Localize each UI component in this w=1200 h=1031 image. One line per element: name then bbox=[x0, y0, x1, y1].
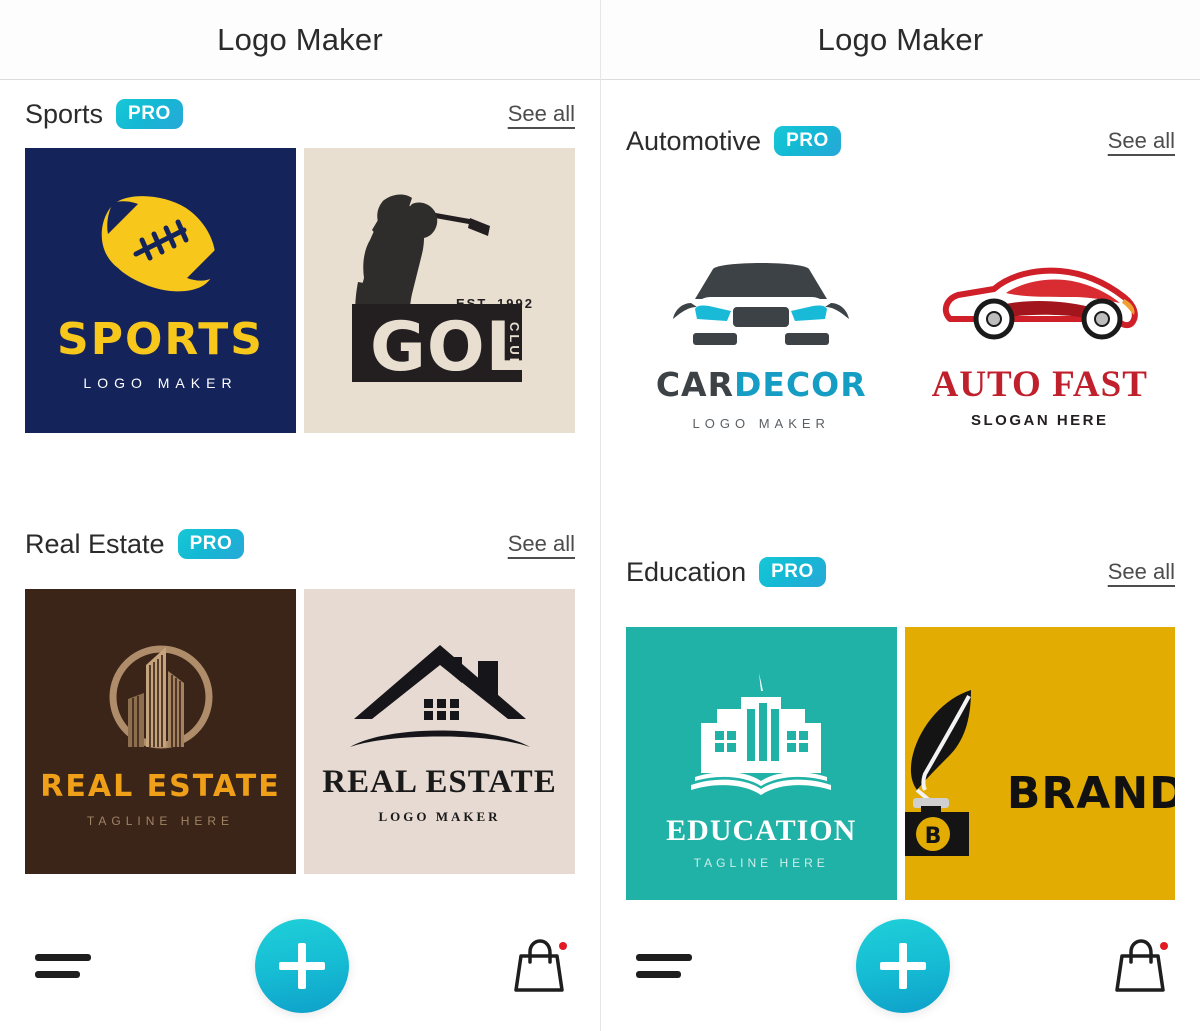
car-decor-title-a: CAR bbox=[655, 364, 735, 404]
shop-bag-icon[interactable] bbox=[513, 938, 567, 994]
brand-title: BRAND bbox=[1006, 768, 1175, 819]
app-bar-left: Logo Maker bbox=[0, 0, 600, 80]
app-bar-right: Logo Maker bbox=[601, 0, 1200, 80]
sports-logo-title: SPORTS bbox=[57, 314, 264, 365]
svg-text:GOLF: GOLF bbox=[370, 308, 562, 387]
left-panel: Logo Maker Sports PRO See all SPORTS LOG… bbox=[0, 0, 600, 1031]
card-row-automotive: CARDECOR LOGO MAKER AUTO FAST SLOGAN HER… bbox=[601, 202, 1200, 487]
shop-bag-glyph bbox=[514, 938, 564, 992]
car-front-icon bbox=[673, 262, 850, 345]
real-estate-dark-subtitle: TAGLINE HERE bbox=[86, 814, 235, 828]
section-title-real-estate: Real Estate bbox=[25, 528, 165, 559]
menu-icon[interactable] bbox=[636, 949, 692, 983]
pro-badge-real-estate[interactable]: PRO bbox=[177, 529, 245, 559]
app-screen: Logo Maker Sports PRO See all SPORTS LOG… bbox=[0, 0, 1200, 1031]
logo-card-real-estate-light[interactable]: REAL ESTATE LOGO MAKER bbox=[304, 589, 575, 874]
plus-icon bbox=[279, 942, 325, 989]
pro-badge-sports[interactable]: PRO bbox=[116, 99, 183, 129]
real-estate-dark-logo-art: REAL ESTATE TAGLINE HERE bbox=[25, 589, 296, 874]
car-decor-title-b: DECOR bbox=[734, 364, 867, 404]
education-logo-art: EDUCATION TAGLINE HERE bbox=[626, 627, 897, 912]
page-title-right: Logo Maker bbox=[817, 21, 984, 57]
svg-text:CLUB: CLUB bbox=[507, 322, 522, 370]
brand-row: B BRAND bbox=[904, 682, 1175, 857]
real-estate-light-subtitle: LOGO MAKER bbox=[378, 808, 501, 824]
section-header-left: Sports PRO bbox=[25, 99, 183, 130]
brand-logo-art: B BRAND bbox=[904, 627, 1175, 912]
car-decor-subtitle: LOGO MAKER bbox=[692, 415, 830, 431]
sports-logo-art: SPORTS LOGO MAKER bbox=[25, 148, 296, 433]
bottom-nav-left bbox=[0, 900, 600, 1031]
golfer-silhouette-icon: GOLF CLUB bbox=[352, 194, 562, 387]
shop-bag-glyph bbox=[1115, 938, 1165, 992]
section-header-sports: Sports PRO See all bbox=[0, 80, 600, 148]
pro-badge-education[interactable]: PRO bbox=[759, 557, 826, 587]
menu-icon[interactable] bbox=[35, 949, 91, 983]
bottom-nav-right bbox=[601, 900, 1200, 1031]
real-estate-light-logo-art: REAL ESTATE LOGO MAKER bbox=[304, 589, 575, 874]
real-estate-light-title: REAL ESTATE bbox=[322, 763, 557, 800]
section-header-left: Education PRO bbox=[626, 557, 826, 588]
football-icon bbox=[101, 196, 218, 292]
logo-card-auto-fast[interactable]: AUTO FAST SLOGAN HERE bbox=[904, 202, 1176, 487]
sports-logo-subtitle: LOGO MAKER bbox=[83, 375, 238, 391]
card-row-sports: SPORTS LOGO MAKER GOLF CLUB EST. 1992 bbox=[0, 148, 600, 433]
section-title-sports: Sports bbox=[25, 98, 104, 129]
education-title: EDUCATION bbox=[666, 814, 857, 847]
brand-monogram: B bbox=[924, 824, 941, 849]
section-title-automotive: Automotive bbox=[626, 125, 762, 156]
page-title: Logo Maker bbox=[217, 21, 383, 57]
card-row-education: EDUCATION TAGLINE HERE B BRAND bbox=[601, 627, 1200, 912]
right-panel: Logo Maker Automotive PRO See all CARDEC… bbox=[600, 0, 1200, 1031]
notification-badge-dot bbox=[559, 941, 567, 950]
golf-logo-art: GOLF CLUB EST. 1992 bbox=[304, 148, 575, 433]
pro-badge-automotive[interactable]: PRO bbox=[774, 126, 841, 156]
house-roof-icon bbox=[349, 644, 530, 747]
education-subtitle: TAGLINE HERE bbox=[693, 856, 829, 870]
logo-card-golf[interactable]: GOLF CLUB EST. 1992 bbox=[304, 148, 575, 433]
school-book-icon bbox=[691, 673, 832, 795]
section-header-real-estate: Real Estate PRO See all bbox=[0, 499, 600, 589]
notification-badge-dot bbox=[1160, 941, 1168, 950]
section-title-education: Education bbox=[626, 556, 747, 587]
golf-logo-est: EST. 1992 bbox=[456, 296, 534, 311]
see-all-real-estate[interactable]: See all bbox=[508, 531, 575, 557]
section-header-education: Education PRO See all bbox=[601, 517, 1200, 627]
logo-card-real-estate-dark[interactable]: REAL ESTATE TAGLINE HERE bbox=[25, 589, 296, 874]
plus-icon bbox=[880, 942, 926, 989]
quill-inkwell-icon: B bbox=[904, 690, 971, 856]
see-all-education[interactable]: See all bbox=[1108, 559, 1175, 585]
logo-card-brand[interactable]: B BRAND bbox=[904, 627, 1175, 912]
real-estate-dark-title: REAL ESTATE bbox=[40, 769, 281, 804]
car-decor-logo-art: CARDECOR LOGO MAKER bbox=[626, 202, 897, 487]
car-decor-title: CARDECOR bbox=[656, 365, 867, 404]
shop-bag-icon[interactable] bbox=[1114, 938, 1168, 994]
see-all-automotive[interactable]: See all bbox=[1108, 128, 1175, 154]
sports-car-side-icon bbox=[943, 267, 1138, 339]
auto-fast-title: AUTO FAST bbox=[931, 363, 1148, 405]
section-header-automotive: Automotive PRO See all bbox=[601, 80, 1200, 202]
see-all-sports[interactable]: See all bbox=[508, 101, 575, 127]
section-header-left: Real Estate PRO bbox=[25, 528, 245, 560]
create-logo-button[interactable] bbox=[255, 918, 349, 1013]
auto-fast-logo-art: AUTO FAST SLOGAN HERE bbox=[905, 202, 1176, 487]
card-row-real-estate: REAL ESTATE TAGLINE HERE REAL ESTATE LOG… bbox=[0, 589, 600, 874]
create-logo-button[interactable] bbox=[856, 918, 950, 1013]
section-header-left: Automotive PRO bbox=[626, 126, 841, 157]
logo-card-sports[interactable]: SPORTS LOGO MAKER bbox=[25, 148, 296, 433]
skyline-circle-icon bbox=[109, 645, 212, 749]
auto-fast-subtitle: SLOGAN HERE bbox=[970, 411, 1109, 429]
logo-card-education[interactable]: EDUCATION TAGLINE HERE bbox=[626, 627, 897, 912]
logo-card-car-decor[interactable]: CARDECOR LOGO MAKER bbox=[626, 202, 897, 487]
